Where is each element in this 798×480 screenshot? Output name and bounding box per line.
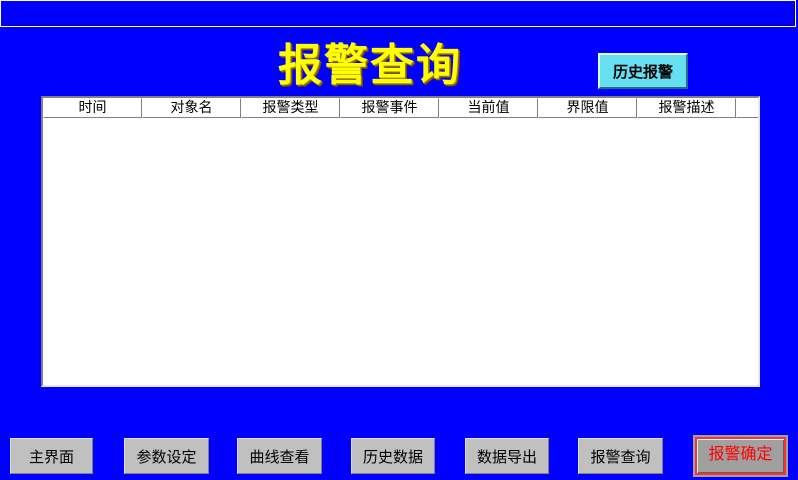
column-header-limit-value[interactable]: 界限值: [538, 98, 637, 118]
column-header-time[interactable]: 时间: [43, 98, 142, 118]
table-header: 时间 对象名 报警类型 报警事件 当前值 界限值 报警描述: [43, 98, 758, 118]
history-data-button[interactable]: 历史数据: [351, 438, 435, 474]
alarm-table[interactable]: 时间 对象名 报警类型 报警事件 当前值 界限值 报警描述: [41, 96, 760, 387]
column-header-alarm-type[interactable]: 报警类型: [241, 98, 340, 118]
table-body[interactable]: [43, 118, 758, 385]
alarm-query-button[interactable]: 报警查询: [578, 438, 663, 474]
parameter-settings-button[interactable]: 参数设定: [124, 438, 209, 474]
top-bar: [0, 0, 796, 27]
history-alarm-button[interactable]: 历史报警: [598, 53, 688, 89]
curve-view-button[interactable]: 曲线查看: [237, 438, 322, 474]
column-header-alarm-event[interactable]: 报警事件: [340, 98, 439, 118]
data-export-button[interactable]: 数据导出: [465, 438, 549, 474]
column-header-object-name[interactable]: 对象名: [142, 98, 241, 118]
column-header-current-value[interactable]: 当前值: [439, 98, 538, 118]
column-header-alarm-description[interactable]: 报警描述: [637, 98, 736, 118]
alarm-acknowledge-button[interactable]: 报警确定: [693, 435, 788, 477]
main-screen-button[interactable]: 主界面: [10, 438, 93, 474]
column-header-filler: [736, 98, 758, 118]
page-title: 报警查询: [278, 40, 462, 91]
